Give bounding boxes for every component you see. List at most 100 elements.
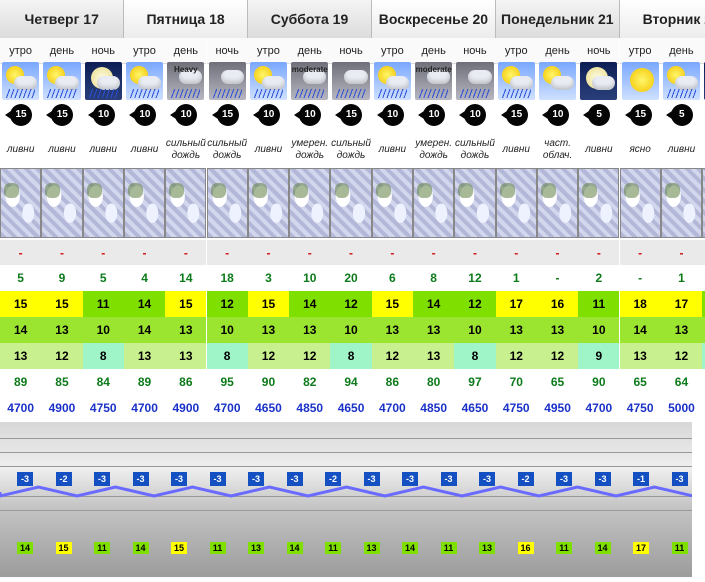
satellite-map — [123, 168, 166, 238]
temp-row-3-cell: 12 — [371, 343, 413, 369]
temp-row-2-cell: 13 — [660, 317, 703, 343]
day-part-label: ночь — [206, 38, 248, 64]
description-line: ливни — [130, 144, 159, 155]
cloud-shape — [385, 76, 409, 90]
day-header[interactable]: Вторник 22 — [619, 0, 705, 38]
rain-amount-cell: 4 — [123, 265, 166, 291]
precipitation-cell: - — [289, 240, 331, 266]
wind-icon: 15 — [500, 104, 528, 126]
cloud-shape — [344, 70, 368, 84]
satellite-map — [206, 168, 248, 238]
rain-amount-cell: 14 — [165, 265, 207, 291]
day-part-label: утро — [0, 38, 42, 64]
temp-row-1-cell: 16 — [536, 291, 579, 317]
description-line: сильный — [207, 138, 248, 149]
temp-row-3-cell: 12 — [536, 343, 579, 369]
sun-icon — [621, 62, 659, 100]
pressure-cell: 4650 — [247, 395, 290, 421]
description-line: ливни — [585, 144, 613, 155]
wind-icon: 10 — [170, 104, 198, 126]
temp-row-3-cell: 13 — [165, 343, 207, 369]
surface-temp-tag: 16 — [517, 542, 534, 554]
precipitation-cell: - — [371, 240, 413, 266]
pressure-cell: 4700 — [0, 395, 42, 421]
day-header[interactable]: Суббота 19 — [247, 0, 373, 38]
weather-description: ливни — [248, 138, 289, 172]
precipitation-cell: - — [454, 240, 496, 266]
humidity-cell: 70 — [495, 369, 537, 395]
rain-drops — [419, 89, 449, 98]
day-header[interactable]: Четверг 17 — [0, 0, 125, 38]
day-part-label: ночь — [578, 38, 620, 64]
satellite-map — [495, 168, 537, 238]
partly-cloudy-rain-icon — [373, 62, 411, 100]
day-part-label: день — [41, 38, 83, 64]
freezing-level-tag: -3 — [171, 472, 187, 486]
isotherm-path — [0, 485, 692, 498]
surface-temp-tag: 17 — [633, 542, 649, 554]
humidity-cell: 90 — [578, 369, 620, 395]
freezing-level-tag: -3 — [94, 472, 110, 486]
day-part-label: ночь — [454, 38, 496, 64]
precipitation-cell: - — [165, 240, 207, 266]
weather-description: ясно — [620, 138, 661, 172]
cloud-shape — [55, 76, 79, 90]
weather-description: сильный дождь — [454, 138, 495, 166]
precipitation-cell: - — [660, 240, 703, 266]
rain-amount-cell: 1 — [495, 265, 537, 291]
day-header[interactable]: Понедельник 21 — [495, 0, 620, 38]
surface-temp-tag: 14 — [132, 542, 149, 554]
surface-temp-tag: 15 — [171, 542, 187, 554]
satellite-map — [371, 168, 413, 238]
temp-row-3-cell: 13 — [0, 343, 42, 369]
description-line: дождь — [419, 150, 448, 161]
rain-drops — [129, 89, 160, 98]
rain-drops — [253, 89, 284, 98]
rain-amount-cell: 8 — [413, 265, 455, 291]
day-part-label: день — [536, 38, 579, 64]
temp-row-2-cell: 13 — [247, 317, 290, 343]
temp-row-1-cell: 18 — [619, 291, 661, 317]
wind-icon: 10 — [459, 104, 487, 126]
temp-row-2-cell: 13 — [41, 317, 83, 343]
moon-cloud-rain-icon — [84, 62, 122, 100]
day-header[interactable]: Пятница 18 — [123, 0, 249, 38]
precipitation-cell: - — [206, 240, 248, 266]
day-part-label: день — [660, 38, 703, 64]
wind-icon: 15 — [211, 104, 239, 126]
description-line: част. — [544, 138, 571, 149]
temp-row-1-cell: 14 — [413, 291, 455, 317]
wind-icon: 5 — [583, 104, 611, 126]
cloud-shape — [96, 76, 120, 90]
description-line: дождь — [295, 150, 325, 161]
temp-row-1-cell: 15 — [247, 291, 290, 317]
temp-row-3-cell: 12 — [247, 343, 290, 369]
surface-temp-tag: 11 — [325, 542, 341, 554]
rain-amount-cell: 2 — [578, 265, 620, 291]
weather-description: част. облач. — [537, 138, 578, 166]
satellite-map — [578, 168, 620, 238]
cloud-shape — [550, 76, 575, 90]
weather-description: умерен. дождь — [413, 138, 454, 166]
wind-icon: 10 — [294, 104, 322, 126]
icon-caption: Heavy — [174, 65, 198, 74]
temp-row-2-cell: 10 — [330, 317, 372, 343]
pressure-cell: 4650 — [454, 395, 496, 421]
surface-temp-tag: 14 — [594, 542, 611, 554]
rain-amount-cell: 6 — [371, 265, 413, 291]
temp-row-1-cell: 15 — [371, 291, 413, 317]
satellite-map — [82, 168, 124, 238]
weather-description: ливни — [124, 138, 165, 172]
satellite-map — [536, 168, 579, 238]
weather-description: ливни — [496, 138, 537, 172]
precipitation-cell: - — [82, 240, 124, 266]
day-header[interactable]: Воскресенье 20 — [371, 0, 497, 38]
altitude-chart: -3 -2 -3 -3 -3 -3 -3 -3 -2 -3 -3 -3 -3 -2 -3 -3 -1 -3 14 15… — [0, 422, 692, 577]
partly-cloudy-icon — [538, 62, 577, 100]
description-line: ливни — [48, 144, 76, 155]
icon-caption: moderate — [291, 65, 328, 74]
weather-description: ливни — [0, 138, 41, 172]
cloud-shape — [220, 70, 244, 84]
rain-amount-cell: 9 — [41, 265, 83, 291]
weather-description: сильный дождь — [165, 138, 206, 166]
